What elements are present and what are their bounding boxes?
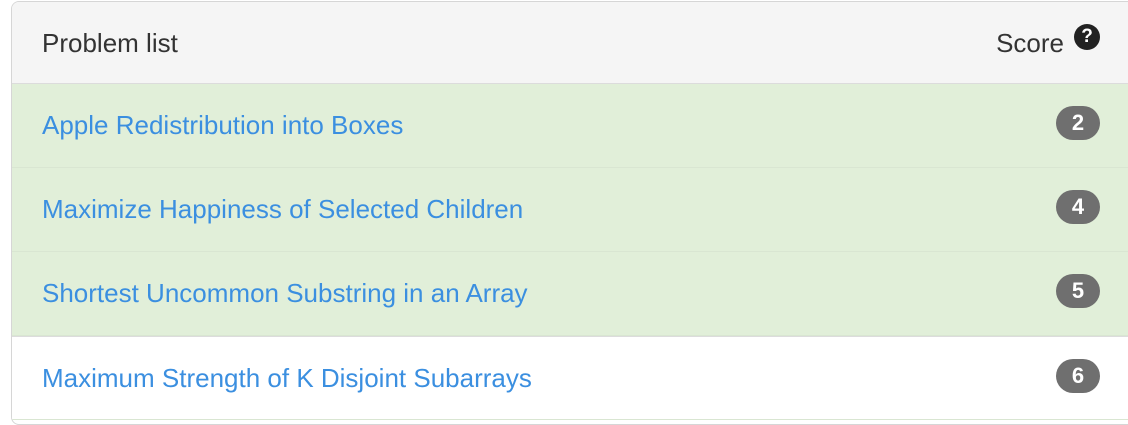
panel-header: Problem list Score ?	[12, 2, 1128, 84]
problem-row: Maximum Strength of K Disjoint Subarrays…	[12, 336, 1128, 420]
problem-link[interactable]: Apple Redistribution into Boxes	[42, 110, 403, 141]
score-badge: 2	[1056, 106, 1100, 140]
problem-link[interactable]: Maximum Strength of K Disjoint Subarrays	[42, 363, 532, 394]
score-badge: 5	[1056, 274, 1100, 308]
problem-list-panel: Problem list Score ? Apple Redistributio…	[11, 1, 1128, 425]
score-column-header: Score ?	[996, 24, 1100, 59]
problem-list-title: Problem list	[42, 28, 178, 58]
problem-row: Apple Redistribution into Boxes 2	[12, 84, 1128, 168]
question-circle-icon[interactable]: ?	[1074, 24, 1100, 50]
problem-row: Shortest Uncommon Substring in an Array …	[12, 252, 1128, 336]
problem-row: Maximize Happiness of Selected Children …	[12, 168, 1128, 252]
score-badge: 6	[1056, 359, 1100, 393]
score-badge: 4	[1056, 190, 1100, 224]
problem-link[interactable]: Maximize Happiness of Selected Children	[42, 194, 523, 225]
score-label: Score	[996, 28, 1064, 58]
problem-link[interactable]: Shortest Uncommon Substring in an Array	[42, 278, 528, 309]
